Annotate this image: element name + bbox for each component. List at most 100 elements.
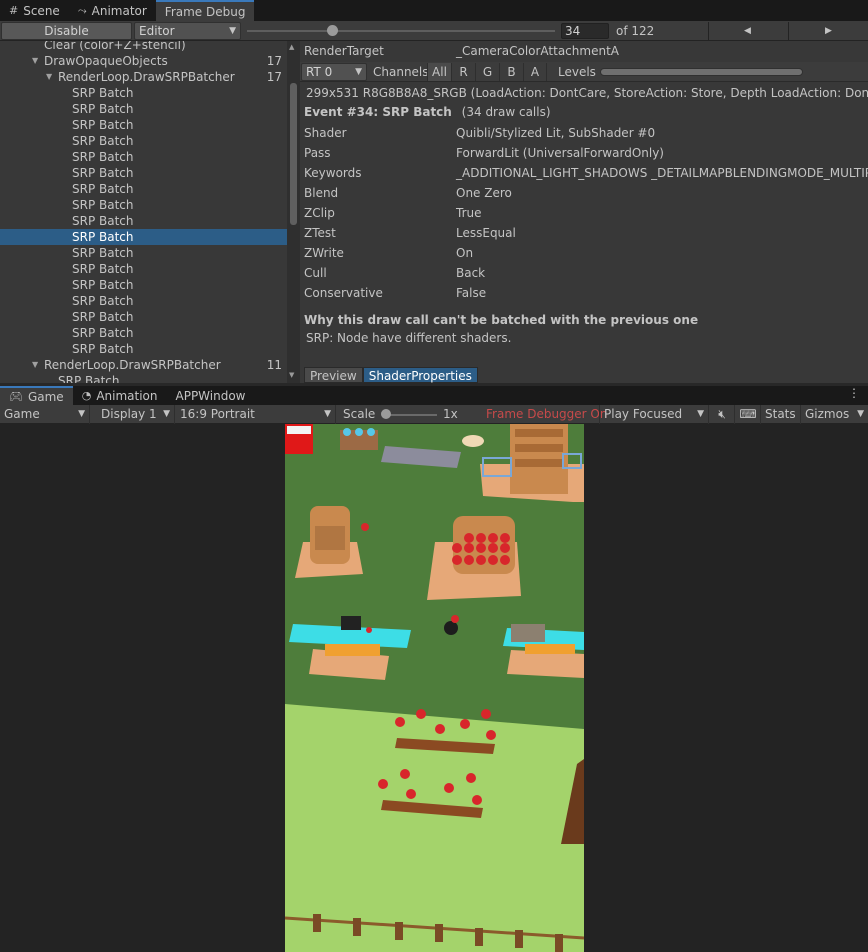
- tab-preview[interactable]: Preview: [304, 367, 363, 383]
- channel-all-button[interactable]: All: [427, 63, 451, 81]
- property-row: ZTest LessEqual: [300, 223, 868, 243]
- channel-b-button[interactable]: B: [499, 63, 523, 81]
- foldout-arrow-icon[interactable]: ▼: [32, 357, 38, 373]
- gamepad-icon: 🎮︎: [9, 390, 23, 403]
- tree-row[interactable]: ▼ DrawOpaqueObjects 17: [0, 53, 287, 69]
- foldout-arrow-icon[interactable]: ▼: [32, 53, 38, 69]
- chevron-down-icon: ▼: [324, 409, 331, 419]
- property-key: Conservative: [304, 286, 383, 300]
- tree-scroll-thumb[interactable]: [290, 83, 297, 225]
- tree-row[interactable]: SRP Batch: [0, 261, 287, 277]
- tree-row[interactable]: SRP Batch: [0, 309, 287, 325]
- tree-row[interactable]: SRP Batch: [0, 277, 287, 293]
- channel-a-button[interactable]: A: [523, 63, 547, 81]
- tree-row-label: SRP Batch: [72, 134, 134, 148]
- tree-row[interactable]: SRP Batch: [0, 181, 287, 197]
- event-slider-track[interactable]: [247, 30, 555, 32]
- tree-row[interactable]: SRP Batch: [0, 341, 287, 357]
- stats-button[interactable]: Stats: [761, 405, 801, 424]
- tab-animator[interactable]: ⤳ Animator: [69, 0, 156, 21]
- scroll-up-icon[interactable]: ▲: [289, 43, 294, 51]
- scroll-down-icon[interactable]: ▼: [289, 371, 294, 379]
- scale-slider-track[interactable]: [385, 414, 437, 416]
- rt-dropdown-value: RT 0: [306, 65, 333, 79]
- event-title: Event #34: SRP Batch: [304, 105, 452, 119]
- scale-slider-thumb[interactable]: [381, 409, 391, 419]
- gizmos-value: Gizmos: [805, 407, 850, 421]
- tab-label: Animation: [96, 388, 158, 403]
- property-key: Pass: [304, 146, 331, 160]
- rt-dropdown[interactable]: RT 0 ▼: [301, 63, 367, 81]
- event-header: Event #34: SRP Batch (34 draw calls): [304, 105, 551, 119]
- batch-reason: SRP: Node have different shaders.: [306, 331, 512, 345]
- tree-row[interactable]: SRP Batch: [0, 213, 287, 229]
- disable-button[interactable]: Disable: [1, 22, 132, 40]
- gizmos-dropdown[interactable]: Gizmos ▼: [801, 405, 868, 424]
- tree-row[interactable]: SRP Batch: [0, 229, 287, 245]
- shortcuts-button[interactable]: ⌨: [736, 405, 761, 424]
- detail-subtabs: Preview ShaderProperties: [304, 367, 478, 383]
- event-index-field[interactable]: 34: [561, 23, 609, 39]
- event-detail-pane: RenderTarget _CameraColorAttachmentA RT …: [300, 41, 868, 383]
- game-scene-image: [285, 424, 584, 952]
- tree-row[interactable]: ▼ RenderLoop.DrawSRPBatcher 11: [0, 357, 287, 373]
- tree-row[interactable]: Clear (color+Z+stencil): [0, 41, 287, 53]
- foldout-arrow-icon[interactable]: ▼: [46, 69, 52, 85]
- tree-row[interactable]: SRP Batch: [0, 165, 287, 181]
- game-render[interactable]: [285, 424, 584, 952]
- tree-row[interactable]: SRP Batch: [0, 149, 287, 165]
- game-viewport[interactable]: [0, 424, 868, 952]
- play-mode-dropdown[interactable]: Play Focused ▼: [599, 405, 709, 424]
- tree-row[interactable]: ▼ RenderLoop.DrawSRPBatcher 17: [0, 69, 287, 85]
- tab-game[interactable]: 🎮︎ Game: [0, 386, 73, 405]
- play-mode-value: Play Focused: [604, 407, 683, 421]
- render-target-key: RenderTarget: [304, 44, 384, 58]
- property-row: ZClip True: [300, 203, 868, 223]
- mute-audio-button[interactable]: 🔇︎: [710, 405, 735, 424]
- previous-event-button[interactable]: ◀: [708, 22, 786, 40]
- tab-app-window[interactable]: APPWindow: [167, 386, 255, 405]
- frame-debug-toolbar: Disable Editor ▼ 34 of 122 ◀ ▶: [0, 21, 868, 41]
- tree-row[interactable]: SRP Batch: [0, 373, 287, 383]
- tree-scrollbar[interactable]: ▲ ▼: [287, 41, 300, 383]
- tree-row-label: RenderLoop.DrawSRPBatcher: [44, 358, 221, 372]
- scale-label: Scale: [343, 407, 376, 421]
- target-dropdown-value: Editor: [139, 24, 175, 38]
- mute-icon: 🔇︎: [718, 407, 726, 421]
- tree-row[interactable]: SRP Batch: [0, 101, 287, 117]
- tree-row[interactable]: SRP Batch: [0, 245, 287, 261]
- clock-icon: ◔: [81, 389, 92, 402]
- aspect-dropdown[interactable]: 16:9 Portrait ▼: [176, 405, 336, 424]
- chevron-down-icon: ▼: [857, 409, 864, 419]
- tab-animation[interactable]: ◔ Animation: [73, 386, 167, 405]
- tree-row[interactable]: SRP Batch: [0, 133, 287, 149]
- tree-row-label: SRP Batch: [72, 86, 134, 100]
- tab-frame-debug[interactable]: Frame Debug: [155, 0, 255, 21]
- tree-row[interactable]: SRP Batch: [0, 85, 287, 101]
- tree-row[interactable]: SRP Batch: [0, 325, 287, 341]
- display-dropdown[interactable]: Display 1 ▼: [97, 405, 175, 424]
- levels-range-slider[interactable]: [600, 68, 803, 76]
- channel-r-button[interactable]: R: [451, 63, 475, 81]
- target-dropdown[interactable]: Editor ▼: [134, 22, 241, 40]
- next-event-button[interactable]: ▶: [788, 22, 868, 40]
- property-row: Blend One Zero: [300, 183, 868, 203]
- tree-row-label: SRP Batch: [72, 102, 134, 116]
- tab-scene[interactable]: # Scene: [0, 0, 69, 21]
- game-mode-dropdown[interactable]: Game ▼: [0, 405, 90, 424]
- channel-g-button[interactable]: G: [475, 63, 499, 81]
- property-key: Cull: [304, 266, 327, 280]
- tree-row[interactable]: SRP Batch: [0, 197, 287, 213]
- tab-label: Game: [27, 389, 64, 404]
- tab-label: Animator: [91, 3, 147, 18]
- tab-shader-properties[interactable]: ShaderProperties: [362, 367, 478, 383]
- game-mode-value: Game: [4, 407, 40, 421]
- property-value: False: [456, 286, 487, 300]
- tree-row-label: SRP Batch: [72, 310, 134, 324]
- more-options-icon[interactable]: ⋮: [848, 386, 860, 400]
- tree-row[interactable]: SRP Batch: [0, 293, 287, 309]
- property-row: Cull Back: [300, 263, 868, 283]
- tree-row[interactable]: SRP Batch: [0, 117, 287, 133]
- event-slider-thumb[interactable]: [327, 25, 338, 36]
- tree-row-label: SRP Batch: [72, 182, 134, 196]
